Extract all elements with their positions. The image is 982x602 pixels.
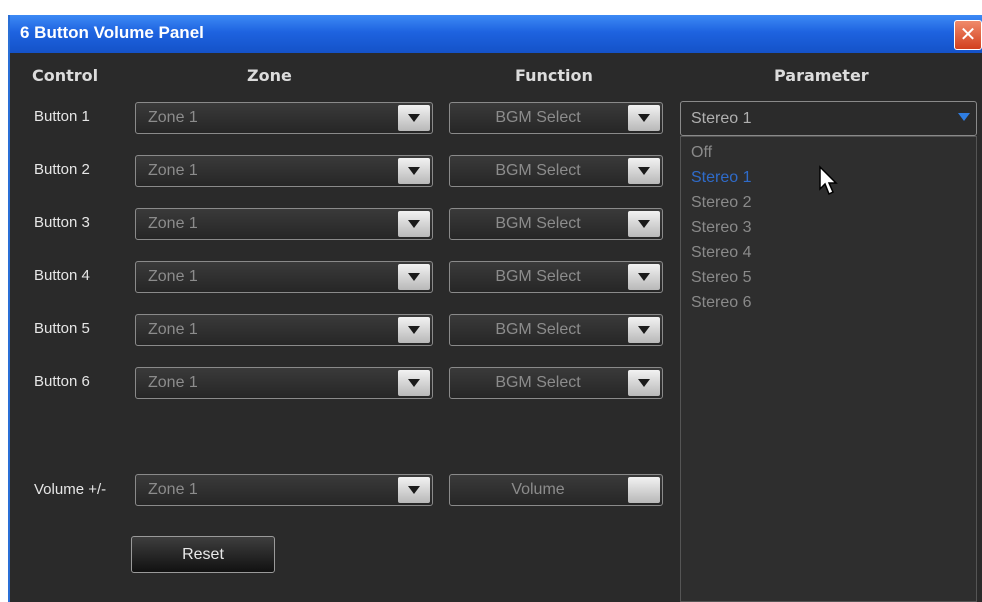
parameter-select[interactable]: Stereo 1 [680, 101, 977, 136]
function-value: BGM Select [495, 162, 581, 179]
function-value: BGM Select [495, 321, 581, 338]
mouse-cursor-icon [819, 165, 838, 196]
zone-value: Zone 1 [148, 481, 198, 498]
zone-value: Zone 1 [148, 109, 198, 126]
zone-value: Zone 1 [148, 162, 198, 179]
function-value: BGM Select [495, 215, 581, 232]
chevron-down-icon[interactable] [398, 317, 430, 343]
zone-select-volume[interactable]: Zone 1 [135, 474, 433, 506]
close-button[interactable]: ✕ [954, 20, 982, 50]
option-stereo-5[interactable]: Stereo 5 [691, 269, 751, 287]
chevron-down-icon[interactable] [628, 317, 660, 343]
function-select-button-5[interactable]: BGM Select [449, 314, 663, 346]
row-label-button-5: Button 5 [34, 320, 90, 337]
header-function: Function [515, 66, 593, 85]
zone-select-button-3[interactable]: Zone 1 [135, 208, 433, 240]
zone-value: Zone 1 [148, 215, 198, 232]
chevron-down-icon[interactable] [628, 211, 660, 237]
chevron-down-icon[interactable] [628, 264, 660, 290]
zone-select-button-1[interactable]: Zone 1 [135, 102, 433, 134]
parameter-value: Stereo 1 [691, 110, 752, 127]
zone-select-button-4[interactable]: Zone 1 [135, 261, 433, 293]
close-icon: ✕ [959, 22, 977, 46]
chevron-down-icon[interactable] [398, 105, 430, 131]
function-select-button-3[interactable]: BGM Select [449, 208, 663, 240]
header-parameter: Parameter [774, 66, 869, 85]
header-zone: Zone [247, 66, 292, 85]
zone-select-button-6[interactable]: Zone 1 [135, 367, 433, 399]
reset-button[interactable]: Reset [131, 536, 275, 573]
zone-value: Zone 1 [148, 321, 198, 338]
row-label-volume: Volume +/- [34, 481, 107, 498]
zone-select-button-2[interactable]: Zone 1 [135, 155, 433, 187]
function-select-button-2[interactable]: BGM Select [449, 155, 663, 187]
row-label-button-6: Button 6 [34, 373, 90, 390]
chevron-down-icon[interactable] [628, 158, 660, 184]
function-value: Volume [511, 481, 565, 498]
zone-select-button-5[interactable]: Zone 1 [135, 314, 433, 346]
function-select-button-4[interactable]: BGM Select [449, 261, 663, 293]
function-field-volume: Volume [449, 474, 663, 506]
window-title: 6 Button Volume Panel [20, 23, 204, 42]
chevron-down-icon[interactable] [628, 370, 660, 396]
function-value: BGM Select [495, 109, 581, 126]
row-label-button-1: Button 1 [34, 108, 90, 125]
function-select-button-6[interactable]: BGM Select [449, 367, 663, 399]
option-stereo-1[interactable]: Stereo 1 [691, 169, 751, 187]
disabled-arrow-button [628, 477, 660, 503]
row-label-button-3: Button 3 [34, 214, 90, 231]
option-stereo-4[interactable]: Stereo 4 [691, 244, 751, 262]
row-label-button-4: Button 4 [34, 267, 90, 284]
option-stereo-2[interactable]: Stereo 2 [691, 194, 751, 212]
volume-panel-window: 6 Button Volume Panel ✕ Control Zone Fun… [8, 15, 982, 602]
option-off[interactable]: Off [691, 144, 712, 162]
option-stereo-3[interactable]: Stereo 3 [691, 219, 751, 237]
title-bar[interactable]: 6 Button Volume Panel ✕ [10, 15, 982, 53]
row-label-button-2: Button 2 [34, 161, 90, 178]
header-control: Control [32, 66, 99, 85]
chevron-down-icon[interactable] [398, 370, 430, 396]
chevron-down-icon[interactable] [628, 105, 660, 131]
chevron-down-icon[interactable] [398, 477, 430, 503]
function-value: BGM Select [495, 268, 581, 285]
option-stereo-6[interactable]: Stereo 6 [691, 294, 751, 312]
chevron-down-icon[interactable] [958, 113, 970, 121]
parameter-dropdown-list: Off Stereo 1 Stereo 2 Stereo 3 Stereo 4 … [680, 136, 977, 602]
zone-value: Zone 1 [148, 374, 198, 391]
zone-value: Zone 1 [148, 268, 198, 285]
chevron-down-icon[interactable] [398, 264, 430, 290]
chevron-down-icon[interactable] [398, 158, 430, 184]
function-value: BGM Select [495, 374, 581, 391]
chevron-down-icon[interactable] [398, 211, 430, 237]
function-select-button-1[interactable]: BGM Select [449, 102, 663, 134]
